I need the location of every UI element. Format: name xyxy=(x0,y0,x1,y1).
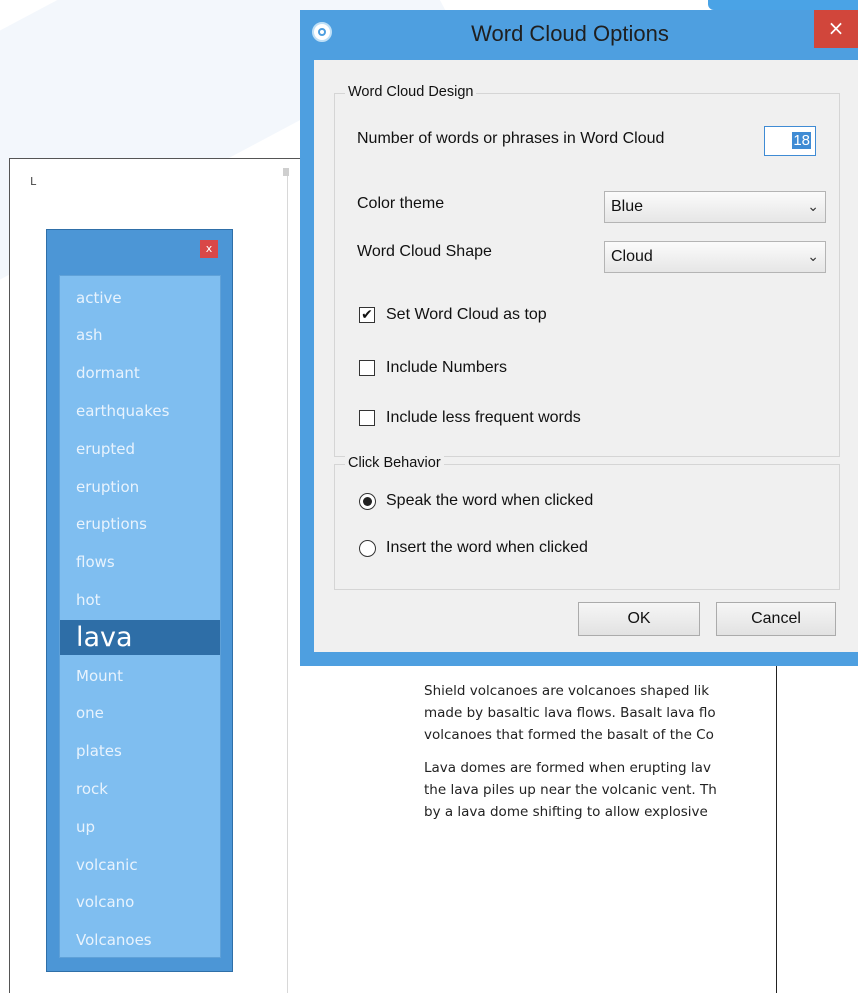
insert-label: Insert the word when clicked xyxy=(386,539,588,556)
word-list-item[interactable]: erupted xyxy=(60,431,220,466)
dialog-title: Word Cloud Options xyxy=(471,21,669,46)
document-text-line: Shield volcanoes are volcanoes shaped li… xyxy=(424,683,710,699)
color-theme-label: Color theme xyxy=(357,195,445,212)
include-less-frequent-label: Include less frequent words xyxy=(386,409,581,426)
page-margin-line xyxy=(287,170,288,993)
word-list-panel: x active ash dormant earthquakes erupted erup… xyxy=(46,229,233,972)
word-list-item[interactable]: active xyxy=(60,280,220,315)
word-cloud-options-dialog: Word Cloud Options × Word Cloud Design N… xyxy=(300,10,858,666)
word-list: active ash dormant earthquakes erupted erupti… xyxy=(59,275,221,958)
shape-label: Word Cloud Shape xyxy=(357,243,492,260)
word-list-item[interactable]: eruption xyxy=(60,469,220,504)
ok-button[interactable]: OK xyxy=(578,602,700,636)
ribbon-tab-edge xyxy=(708,0,858,10)
word-list-item[interactable]: up xyxy=(60,809,220,844)
include-less-frequent-checkbox[interactable] xyxy=(359,410,375,426)
word-list-item[interactable]: rock xyxy=(60,771,220,806)
click-behavior-group-label: Click Behavior xyxy=(345,455,444,471)
document-text-line: volcanoes that formed the basalt of the … xyxy=(424,727,714,743)
word-list-item[interactable]: Volcanoes xyxy=(60,923,220,957)
num-words-label: Number of words or phrases in Word Cloud xyxy=(357,130,665,147)
word-cloud-design-group-label: Word Cloud Design xyxy=(345,84,477,100)
shape-select[interactable]: Cloud ⌄ xyxy=(604,241,826,273)
speak-label: Speak the word when clicked xyxy=(386,492,594,509)
word-list-item[interactable]: flows xyxy=(60,545,220,580)
set-top-checkbox[interactable]: ✔ xyxy=(359,307,375,323)
chevron-down-icon: ⌄ xyxy=(807,199,819,215)
color-theme-value: Blue xyxy=(611,198,644,215)
document-text-line: made by basaltic lava flows. Basalt lava… xyxy=(424,705,716,721)
word-list-item[interactable]: Mount xyxy=(60,658,220,693)
word-list-item[interactable]: hot xyxy=(60,582,220,617)
document-text-line: Lava domes are formed when erupting lav xyxy=(424,760,711,776)
num-words-input[interactable]: 18 xyxy=(764,126,816,156)
dialog-body: Word Cloud Design Number of words or phr… xyxy=(314,60,858,652)
num-words-value: 18 xyxy=(792,132,811,149)
dialog-close-button[interactable]: × xyxy=(814,10,858,48)
word-list-item[interactable]: eruptions xyxy=(60,507,220,542)
word-list-close-button[interactable]: x xyxy=(200,240,218,258)
insert-radio[interactable] xyxy=(359,540,376,557)
click-behavior-group xyxy=(334,464,840,590)
shape-value: Cloud xyxy=(611,248,653,265)
cancel-button[interactable]: Cancel xyxy=(716,602,836,636)
color-theme-select[interactable]: Blue ⌄ xyxy=(604,191,826,223)
speak-radio[interactable] xyxy=(359,493,376,510)
include-numbers-checkbox[interactable] xyxy=(359,360,375,376)
chevron-down-icon: ⌄ xyxy=(807,249,819,265)
word-list-item[interactable]: volcano xyxy=(60,885,220,920)
word-list-item[interactable]: earthquakes xyxy=(60,393,220,428)
document-text-line: the lava piles up near the volcanic vent… xyxy=(424,782,717,798)
set-top-label: Set Word Cloud as top xyxy=(386,306,547,323)
word-list-item[interactable]: volcanic xyxy=(60,847,220,882)
word-list-item[interactable]: ash xyxy=(60,318,220,353)
word-list-item[interactable]: lava xyxy=(60,620,220,656)
word-list-item[interactable]: plates xyxy=(60,734,220,769)
ruler-tab-marker: L xyxy=(30,175,37,188)
document-text-line: by a lava dome shifting to allow explosi… xyxy=(424,804,708,820)
include-numbers-label: Include Numbers xyxy=(386,359,507,376)
word-list-item[interactable]: dormant xyxy=(60,356,220,391)
word-list-item[interactable]: one xyxy=(60,696,220,731)
margin-corner-marker xyxy=(283,168,289,176)
